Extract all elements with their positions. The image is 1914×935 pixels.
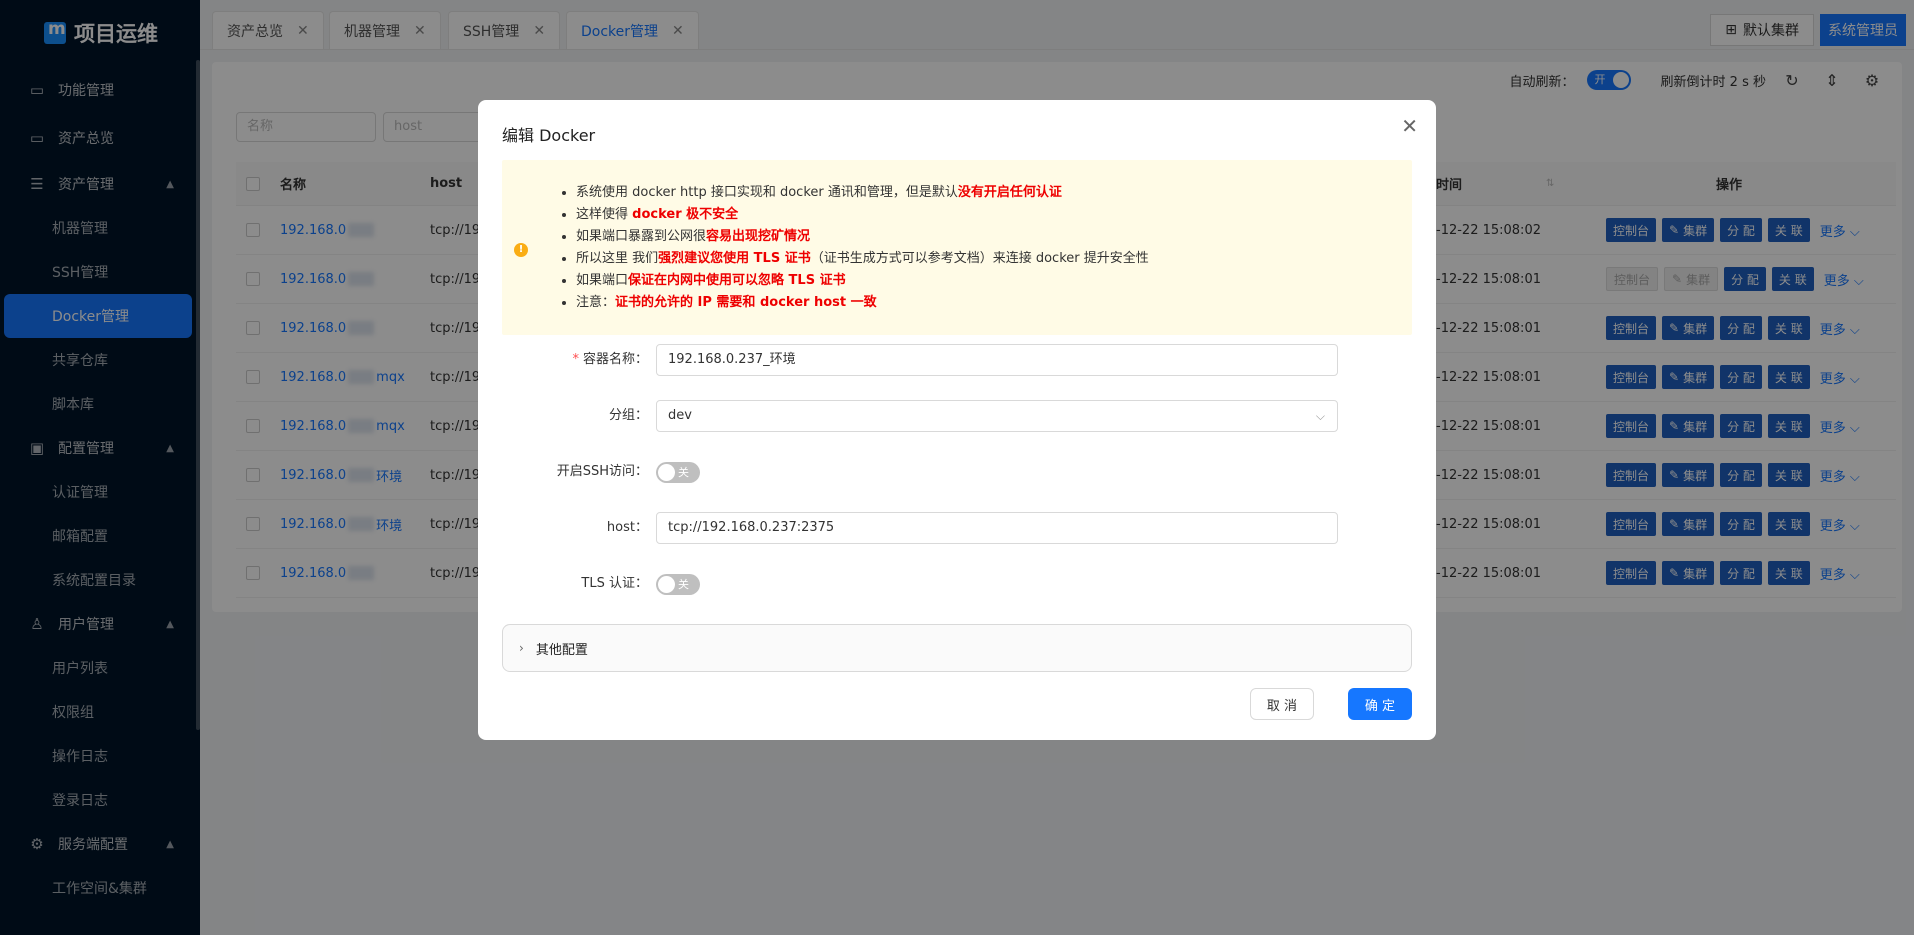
notice-line: 系统使用 docker http 接口实现和 docker 通讯和管理，但是默认… xyxy=(576,182,1149,204)
ssh-toggle[interactable]: 关 xyxy=(656,462,700,483)
ssh-label: 开启SSH访问： xyxy=(556,464,648,479)
chevron-down-icon: ⌵ xyxy=(1315,409,1325,423)
notice-line: 注意：证书的允许的 IP 需要和 docker host 一致 xyxy=(576,292,1149,314)
form-row-ssh: 开启SSH访问： 关 xyxy=(502,456,1412,488)
tls-label: TLS 认证： xyxy=(581,576,648,591)
form-row-host: host： tcp://192.168.0.237:2375 xyxy=(502,512,1412,544)
form-row-group: 分组： dev ⌵ xyxy=(502,400,1412,432)
notice-line: 所以这里 我们强烈建议您使用 TLS 证书（证书生成方式可以参考文档）来连接 d… xyxy=(576,248,1149,270)
form-row-name: * 容器名称： 192.168.0.237_环境 xyxy=(502,344,1412,376)
warning-icon: ! xyxy=(514,243,528,257)
other-config-collapse[interactable]: › 其他配置 xyxy=(502,624,1412,672)
group-label: 分组： xyxy=(608,408,648,423)
cancel-button[interactable]: 取 消 xyxy=(1250,688,1314,720)
form-row-tls: TLS 认证： 关 xyxy=(502,568,1412,600)
collapse-label: 其他配置 xyxy=(535,642,588,658)
notice-list: 系统使用 docker http 接口实现和 docker 通讯和管理，但是默认… xyxy=(576,182,1149,314)
container-name-input[interactable]: 192.168.0.237_环境 xyxy=(656,344,1338,376)
ok-button[interactable]: 确 定 xyxy=(1348,688,1412,720)
notice-line: 如果端口保证在内网中使用可以忽略 TLS 证书 xyxy=(576,270,1149,292)
security-notice: ! 系统使用 docker http 接口实现和 docker 通讯和管理，但是… xyxy=(502,160,1412,335)
group-select[interactable]: dev ⌵ xyxy=(656,400,1338,432)
host-input[interactable]: tcp://192.168.0.237:2375 xyxy=(656,512,1338,544)
host-label: host： xyxy=(606,520,648,535)
modal-title: 编辑 Docker xyxy=(502,126,596,145)
edit-docker-modal: 编辑 Docker ✕ ! 系统使用 docker http 接口实现和 doc… xyxy=(478,100,1436,740)
chevron-right-icon: › xyxy=(519,641,524,655)
name-label: * 容器名称： xyxy=(572,352,648,367)
group-value: dev xyxy=(668,408,692,423)
tls-toggle[interactable]: 关 xyxy=(656,574,700,595)
notice-line: 如果端口暴露到公网很容易出现挖矿情况 xyxy=(576,226,1149,248)
notice-line: 这样使得 docker 极不安全 xyxy=(576,204,1149,226)
close-icon[interactable]: ✕ xyxy=(1401,114,1418,138)
